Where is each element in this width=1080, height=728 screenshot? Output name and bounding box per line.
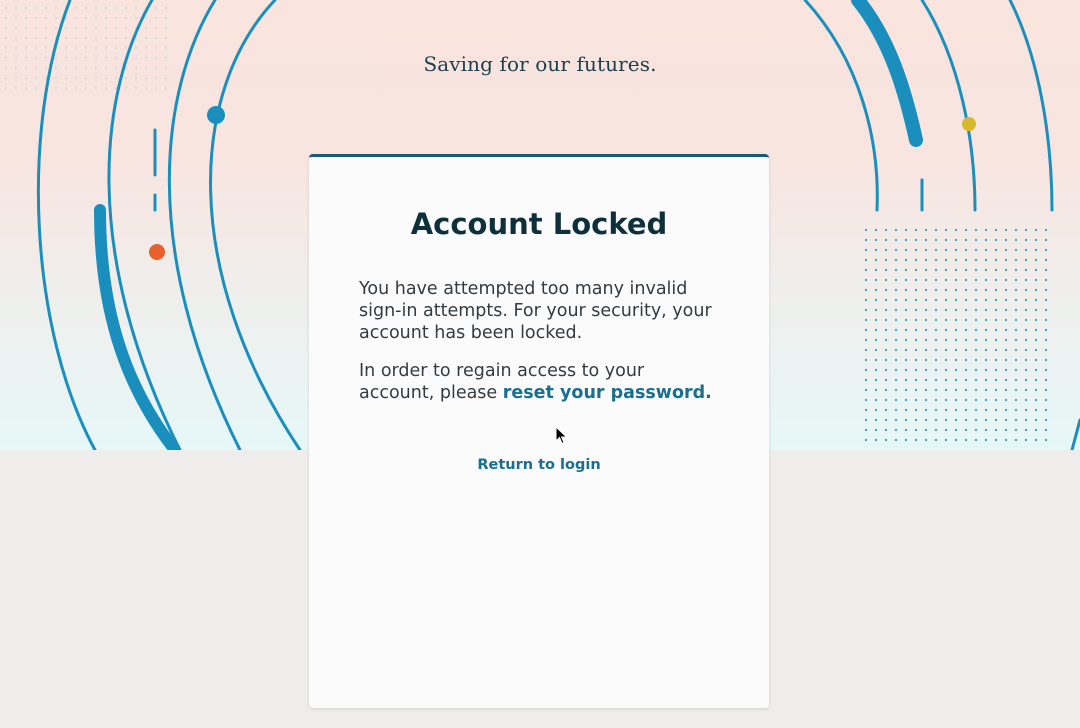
regain-access-text: In order to regain access to your accoun… xyxy=(359,360,724,404)
orange-dot xyxy=(149,244,165,260)
page-title: Account Locked xyxy=(410,207,668,241)
lock-explanation: You have attempted too many invalid sign… xyxy=(359,279,712,343)
blue-dot xyxy=(207,106,225,124)
reset-password-link[interactable]: reset your password. xyxy=(503,383,712,403)
card-body: You have attempted too many invalid sign… xyxy=(359,278,724,420)
right-dot-grid xyxy=(864,228,1048,442)
yellow-dot xyxy=(962,117,976,131)
mouse-cursor-icon xyxy=(555,426,568,445)
return-to-login-link[interactable]: Return to login xyxy=(309,457,769,473)
tagline: Saving for our futures. xyxy=(423,52,657,76)
account-locked-card: Account Locked You have attempted too ma… xyxy=(309,154,769,708)
